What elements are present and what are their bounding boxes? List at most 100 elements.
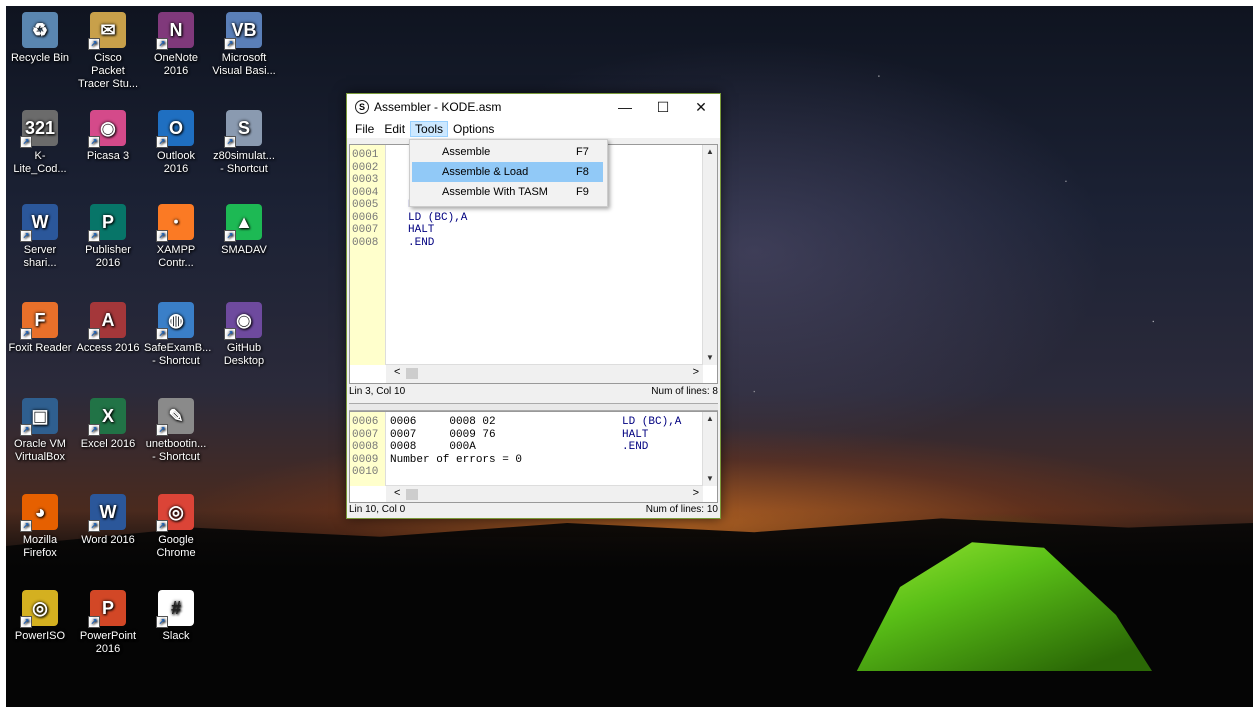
desktop-icon[interactable]: ◕ ↗ Mozilla Firefox [8,494,72,560]
menu-item-shortcut: F7 [576,146,589,158]
onenote-icon: N ↗ [156,12,194,50]
scroll-thumb[interactable] [406,489,418,500]
shortcut-arrow-icon: ↗ [156,136,168,148]
desktop-icon[interactable]: 321 ↗ K-Lite_Cod... [8,110,72,176]
shortcut-arrow-icon: ↗ [20,136,32,148]
output-mnemonic: HALT [622,428,649,441]
poweriso-icon: ◎ ↗ [20,590,58,628]
chrome-icon: ◎ ↗ [156,494,194,532]
line-number: 0005 [352,199,379,211]
tools-dropdown-menu: Assemble F7 Assemble & Load F8 Assemble … [409,139,608,207]
desktop-icon[interactable]: ▣ ↗ Oracle VM VirtualBox [8,398,72,464]
scroll-down-arrow-icon[interactable]: ▼ [703,351,717,365]
menu-item-assemble-with-tasm[interactable]: Assemble With TASM F9 [412,182,603,202]
desktop-icon[interactable]: N ↗ OneNote 2016 [144,12,208,78]
desktop-icon[interactable]: ✉ ↗ Cisco Packet Tracer Stu... [76,12,140,91]
menu-item-label: Assemble [442,146,491,158]
desktop-icon-label: Recycle Bin [10,52,70,64]
desktop-icon[interactable]: P ↗ Publisher 2016 [76,204,140,270]
z80simulator-icon: S ↗ [224,110,262,148]
scroll-right-arrow-icon[interactable]: > [693,487,699,499]
shortcut-arrow-icon: ↗ [156,520,168,532]
desktop-icon[interactable]: W ↗ Word 2016 [76,494,140,547]
desktop-icon-label: Slack [162,630,190,642]
desktop-icon[interactable]: A ↗ Access 2016 [76,302,140,355]
recycle-bin-icon: ♻ [22,12,58,48]
desktop-icon[interactable]: ◎ ↗ Google Chrome [144,494,208,560]
code-line: HALT [408,224,435,236]
scroll-up-arrow-icon[interactable]: ▲ [703,412,717,426]
menu-file[interactable]: File [350,121,379,137]
desktop-icon-label: Mozilla Firefox [22,534,58,559]
publisher-icon: P ↗ [88,204,126,242]
line-number: 0002 [352,161,379,174]
minimize-button[interactable]: — [606,99,644,115]
line-number: 0008 [352,441,379,453]
desktop-icon[interactable]: ♻ Recycle Bin [8,12,72,65]
output-line: Number of errors = 0 [390,453,523,466]
pane-splitter[interactable] [349,403,718,411]
editor-horizontal-scrollbar[interactable]: < > [386,364,703,383]
desktop-icon[interactable]: ✎ ↗ unetbootin... - Shortcut [144,398,208,464]
scroll-right-arrow-icon[interactable]: > [693,366,699,378]
desktop-icon[interactable]: ◉ ↗ Picasa 3 [76,110,140,163]
smadav-icon: ▲ ↗ [224,204,262,242]
desktop-icon[interactable]: ▲ ↗ SMADAV [212,204,276,257]
line-number: 0003 [352,174,379,186]
scroll-left-arrow-icon[interactable]: < [394,366,400,378]
menu-item-assemble-and-load[interactable]: Assemble & Load F8 [412,162,603,182]
desktop-icon[interactable]: X ↗ Excel 2016 [76,398,140,451]
line-count: Num of lines: 10 [645,504,718,515]
scroll-left-arrow-icon[interactable]: < [394,487,400,499]
output-horizontal-scrollbar[interactable]: < > [386,485,703,502]
menu-edit[interactable]: Edit [379,121,410,137]
desktop-icon-label: Word 2016 [81,534,135,546]
desktop-icon[interactable]: O ↗ Outlook 2016 [144,110,208,176]
desktop-icon[interactable]: ◍ ↗ SafeExamB... - Shortcut [144,302,211,368]
line-number: 0006 [352,211,379,224]
desktop-icon[interactable]: P ↗ PowerPoint 2016 [76,590,140,656]
shortcut-arrow-icon: ↗ [88,424,100,436]
cursor-position: Lin 3, Col 10 [349,386,406,397]
assembler-output[interactable]: 0006 0007 0008 0009 0010 0006 0008 02 00… [349,411,718,503]
powerpoint-icon: P ↗ [88,590,126,628]
desktop-icon[interactable]: # ↗ Slack [144,590,208,643]
scroll-up-arrow-icon[interactable]: ▲ [703,145,717,159]
output-line: 0007 0009 76 [390,428,496,441]
desktop-icon[interactable]: ◎ ↗ PowerISO [8,590,72,643]
shortcut-arrow-icon: ↗ [88,328,100,340]
word-icon: W ↗ [88,494,126,532]
editor-vertical-scrollbar[interactable]: ▲ ▼ [702,145,717,365]
output-mnemonic: LD (BC),A [622,416,682,428]
line-number: 0009 [352,453,379,466]
s-logo-icon: S [355,100,369,114]
output-line: 0006 0008 02 [390,416,496,428]
desktop-icon[interactable]: S ↗ z80simulat... - Shortcut [212,110,276,176]
shortcut-arrow-icon: ↗ [20,230,32,242]
window-title: Assembler - KODE.asm [374,100,502,114]
maximize-button[interactable]: ☐ [644,99,682,116]
desktop-icon[interactable]: F ↗ Foxit Reader [8,302,72,355]
desktop-icon[interactable]: ꞏ ↗ XAMPP Contr... [144,204,208,270]
scroll-thumb[interactable] [406,368,418,379]
shortcut-arrow-icon: ↗ [20,616,32,628]
line-count: Num of lines: 8 [651,386,718,397]
desktop-icon[interactable]: VB ↗ Microsoft Visual Basi... [212,12,276,78]
shortcut-arrow-icon: ↗ [224,230,236,242]
desktop-icon[interactable]: W ↗ Server shari... [8,204,72,270]
scroll-down-arrow-icon[interactable]: ▼ [703,472,717,486]
desktop-icon-label: Publisher 2016 [85,244,131,269]
output-line: 0008 000A [390,441,476,453]
output-vertical-scrollbar[interactable]: ▲ ▼ [702,412,717,486]
menu-item-assemble[interactable]: Assemble F7 [412,142,603,162]
github-desktop-icon: ◉ ↗ [224,302,262,340]
desktop-icon[interactable]: ◉ ↗ GitHub Desktop [212,302,276,368]
shortcut-arrow-icon: ↗ [156,616,168,628]
shortcut-arrow-icon: ↗ [156,328,168,340]
menu-tools[interactable]: Tools [410,121,449,137]
window-titlebar[interactable]: S Assembler - KODE.asm — ☐ ✕ [347,94,720,120]
menu-options[interactable]: Options [448,121,499,137]
desktop-icon-label: K-Lite_Cod... [13,150,67,175]
desktop-icon-label: Oracle VM VirtualBox [14,438,66,463]
close-button[interactable]: ✕ [682,99,720,116]
